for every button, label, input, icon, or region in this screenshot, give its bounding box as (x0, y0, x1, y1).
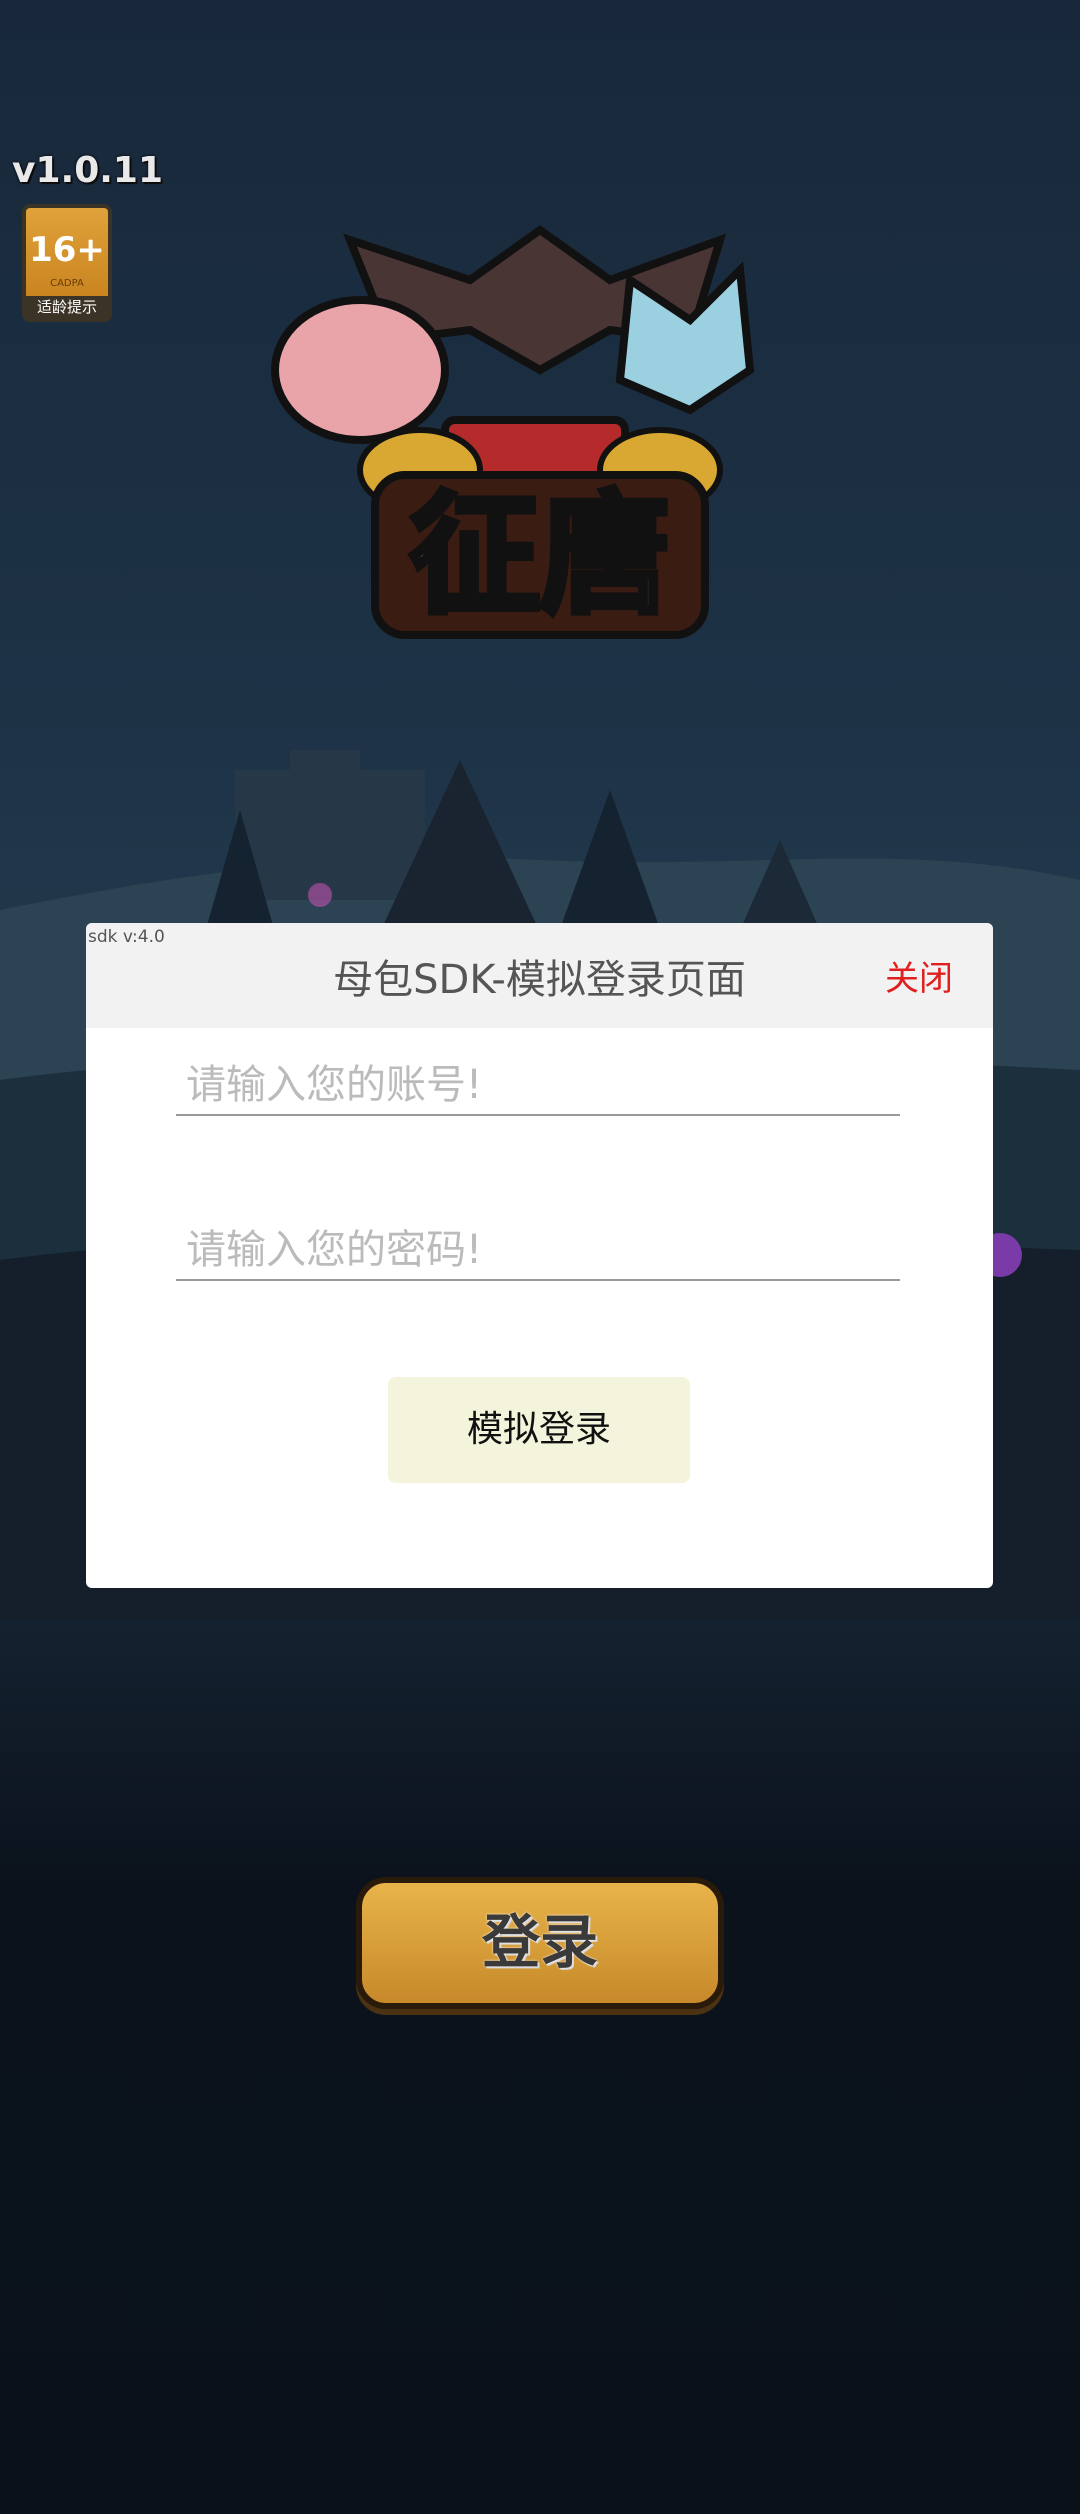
dialog-header: sdk v:4.0 母包SDK-模拟登录页面 关闭 (86, 923, 993, 1028)
game-login-button[interactable]: 登录 (356, 1877, 724, 2009)
game-login-label: 登录 (481, 1908, 598, 1976)
age-rating-tip: 适龄提示 (26, 296, 108, 318)
age-rating-org: CADPA (50, 278, 84, 289)
close-button[interactable]: 关闭 (885, 951, 953, 1000)
simulate-login-button[interactable]: 模拟登录 (388, 1377, 690, 1483)
sdk-version-label: sdk v:4.0 (88, 927, 165, 947)
password-input[interactable] (176, 1221, 900, 1281)
version-label: v1.0.11 (12, 150, 164, 191)
account-input[interactable] (176, 1056, 900, 1116)
game-logo: 征唐 (271, 225, 755, 639)
age-rating-badge[interactable]: 16+ CADPA 适龄提示 (22, 204, 112, 322)
dialog-title: 母包SDK-模拟登录页面 (333, 957, 746, 1003)
age-rating-number: 16+ (29, 230, 105, 270)
logo-title: 征唐 (410, 479, 670, 631)
sdk-login-dialog: sdk v:4.0 母包SDK-模拟登录页面 关闭 模拟登录 (86, 923, 993, 1588)
